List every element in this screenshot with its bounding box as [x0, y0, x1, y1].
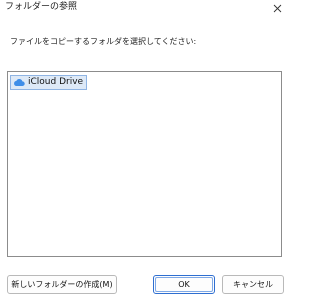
window-title: フォルダーの参照	[5, 2, 78, 12]
cloud-icon	[13, 78, 25, 87]
instruction-text: ファイルをコピーするフォルダを選択してください:	[10, 37, 197, 46]
ok-button[interactable]: OK	[153, 275, 215, 294]
ok-button-label: OK	[178, 279, 190, 289]
title-bar: フォルダーの参照	[0, 0, 290, 16]
cancel-button[interactable]: キャンセル	[222, 275, 284, 294]
new-folder-button[interactable]: 新しいフォルダーの作成(M)	[7, 275, 117, 294]
folder-browse-dialog: フォルダーの参照 ファイルをコピーするフォルダを選択してください: iCloud…	[0, 0, 290, 300]
close-button[interactable]	[264, 0, 290, 16]
folder-tree-view[interactable]: iCloud Drive	[7, 71, 282, 257]
close-icon	[273, 4, 281, 12]
tree-item-label: iCloud Drive	[28, 77, 84, 87]
tree-item-icloud-drive[interactable]: iCloud Drive	[10, 75, 88, 90]
